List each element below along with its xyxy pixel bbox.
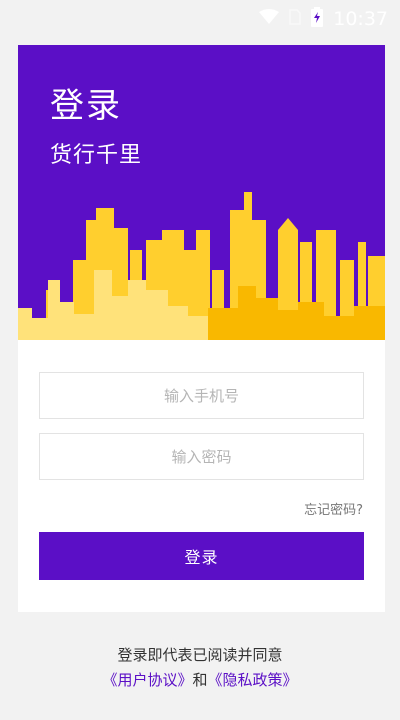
- forgot-password-link[interactable]: 忘记密码?: [304, 499, 363, 518]
- hero-subtitle: 货行千里: [50, 143, 143, 168]
- hero-banner: 登录 货行千里: [18, 45, 385, 340]
- privacy-policy-link[interactable]: 《隐私政策》: [208, 671, 298, 689]
- phone-input[interactable]: [39, 372, 364, 419]
- city-skyline-illustration: [18, 192, 385, 340]
- user-agreement-link[interactable]: 《用户协议》: [102, 671, 192, 689]
- agreement-notice: 登录即代表已阅读并同意 《用户协议》和《隐私政策》: [0, 643, 400, 693]
- status-time: 10:37: [333, 8, 388, 30]
- wifi-icon: [259, 9, 280, 29]
- login-button[interactable]: 登录: [39, 532, 364, 580]
- login-card: 登录 货行千里 输入手机号 忘记密码? 登录: [18, 45, 385, 612]
- battery-charging-icon: [311, 7, 324, 31]
- and-text: 和: [192, 671, 208, 689]
- status-bar: 10:37: [0, 0, 400, 38]
- sim-icon: [289, 9, 301, 29]
- agreement-links: 《用户协议》和《隐私政策》: [0, 668, 400, 693]
- hero-title: 登录: [50, 86, 122, 126]
- password-input[interactable]: [39, 433, 364, 480]
- agreement-text: 登录即代表已阅读并同意: [117, 646, 283, 664]
